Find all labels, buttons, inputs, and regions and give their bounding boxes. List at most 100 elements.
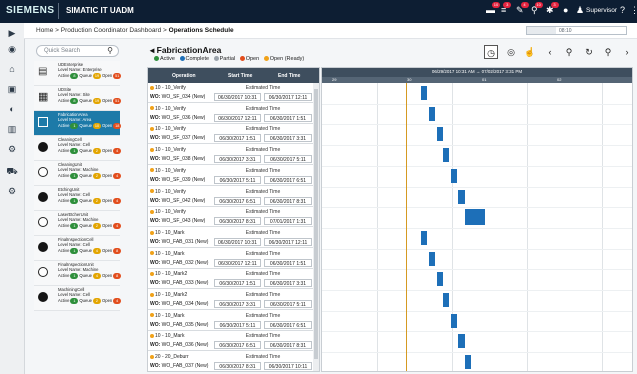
- start-time-cell[interactable]: 06/30/2017 6:51: [214, 341, 261, 350]
- tree-node[interactable]: EtchingUnit Level Name: Cell Active 1 Queue 2…: [34, 186, 122, 211]
- gantt-bar[interactable]: [464, 209, 485, 226]
- end-time-cell[interactable]: 06/30/2017 12:11: [264, 93, 312, 101]
- end-time-cell[interactable]: 06/30/2017 6:51: [264, 175, 312, 184]
- start-time-cell[interactable]: 06/30/2017 12:11: [214, 258, 261, 267]
- settings-icon[interactable]: ✱ 3: [546, 2, 559, 16]
- search-icon[interactable]: ⚲ 10: [531, 2, 543, 16]
- start-time-cell[interactable]: 06/30/2017 8:31: [214, 362, 261, 371]
- operation-row[interactable]: 10 - 10_Verify Estimated Time WO: WO_SF_03…: [148, 165, 313, 186]
- tree-node[interactable]: FinalInspectionCell Level Name: Cell Activ…: [34, 236, 122, 261]
- zoom-in-icon[interactable]: ⚲: [601, 45, 615, 59]
- chart-icon[interactable]: ▥: [6, 123, 18, 135]
- start-time-cell[interactable]: 06/30/2017 12:11: [214, 113, 261, 122]
- start-time-cell[interactable]: 06/30/2017 3:31: [214, 155, 261, 164]
- end-time-cell[interactable]: 06/30/2017 10:11: [264, 362, 312, 371]
- operation-row[interactable]: 10 - 10_Verify Estimated Time WO: WO_SF_03…: [148, 103, 313, 124]
- tree-node[interactable]: ▦ UDSite Level Name: Site Active 8 Queue 19 Ope…: [34, 86, 122, 111]
- search-icon[interactable]: ⚲: [107, 46, 113, 55]
- operation-row[interactable]: 10 - 10_Mark Estimated Time WO: WO_FAB_035…: [148, 310, 313, 331]
- gears-icon[interactable]: ⚙: [6, 143, 18, 155]
- operation-row[interactable]: 10 - 10_Verify Estimated Time WO: WO_SF_04…: [148, 186, 313, 207]
- gantt-bar[interactable]: [428, 251, 436, 266]
- tree-node[interactable]: LaserEtcherUnit Level Name: Machine Active…: [34, 211, 122, 236]
- tree-node[interactable]: FinalInspectionUnit Level Name: Machine Ac…: [34, 261, 122, 286]
- operation-row[interactable]: 10 - 10_Verify Estimated Time WO: WO_SF_03…: [148, 145, 313, 166]
- gantt-bar[interactable]: [450, 168, 457, 183]
- gantt-bar[interactable]: [436, 127, 443, 142]
- tree-node[interactable]: ▤ UDEnterprise Level Name: Enterprise Activ…: [34, 61, 122, 86]
- gantt-bar[interactable]: [442, 148, 450, 163]
- expand-icon[interactable]: ▶: [6, 27, 18, 39]
- clock-icon[interactable]: ◷: [484, 45, 498, 59]
- start-time-cell[interactable]: 06/30/2017 1:51: [214, 134, 261, 143]
- config-icon[interactable]: ⚙: [6, 185, 18, 197]
- start-time-cell[interactable]: 06/30/2017 1:51: [214, 279, 261, 288]
- start-time-cell[interactable]: 06/30/2017 10:31: [214, 93, 261, 101]
- operation-row[interactable]: 10 - 10_Mark2 Estimated Time WO: WO_FAB_03…: [148, 269, 313, 290]
- truck-icon[interactable]: ⛟: [6, 165, 18, 177]
- end-time-cell[interactable]: 06/30/2017 1:51: [264, 113, 312, 122]
- previous-icon[interactable]: ‹: [543, 45, 557, 59]
- end-time-cell[interactable]: 07/01/2017 1:31: [264, 217, 312, 226]
- gantt-bar[interactable]: [436, 272, 443, 287]
- help-icon[interactable]: ?: [620, 5, 625, 15]
- start-time-cell[interactable]: 06/30/2017 5:11: [214, 175, 261, 184]
- operation-row[interactable]: 10 - 10_Verify Estimated Time WO: WO_SF_03…: [148, 124, 313, 145]
- operation-row[interactable]: 10 - 10_Verify Estimated Time WO: WO_SF_04…: [148, 207, 313, 228]
- grid-scroll-thumb[interactable]: [314, 89, 318, 359]
- tree-node[interactable]: MachiningCell Level Name: Cell Active 1 Queu…: [34, 286, 122, 311]
- refresh-icon[interactable]: ↻: [582, 45, 596, 59]
- start-time-cell[interactable]: 06/30/2017 10:31: [214, 237, 261, 246]
- start-time-cell[interactable]: 06/30/2017 6:51: [214, 196, 261, 205]
- gantt-bar[interactable]: [464, 355, 471, 370]
- end-time-cell[interactable]: 06/30/2017 3:31: [264, 279, 312, 288]
- start-time-cell[interactable]: 06/30/2017 5:11: [214, 320, 261, 329]
- gantt-bar[interactable]: [450, 313, 457, 328]
- edit-icon[interactable]: ✎ 4: [516, 2, 529, 16]
- end-time-cell[interactable]: 06/30/2017 8:31: [264, 341, 312, 350]
- operation-row[interactable]: 10 - 10_Verify Estimated Time WO: WO_SF_03…: [148, 83, 313, 103]
- breadcrumb-dashboard[interactable]: Production Coordinator Dashboard: [61, 27, 161, 34]
- pin-icon[interactable]: ●: [563, 5, 568, 15]
- grid-scrollbar[interactable]: [313, 83, 319, 371]
- tree-node[interactable]: FabricationArea Level Name: Area Active 1 Qu…: [34, 111, 122, 136]
- end-time-cell[interactable]: 06/30/2017 8:31: [264, 196, 312, 205]
- end-time-cell[interactable]: 06/30/2017 3:31: [264, 134, 312, 143]
- gantt-bar[interactable]: [421, 86, 428, 100]
- user-icon[interactable]: ♟: [576, 5, 584, 16]
- home-icon[interactable]: ⌂: [6, 63, 18, 75]
- target-view-icon[interactable]: ◎: [504, 45, 518, 59]
- operation-row[interactable]: 10 - 10_Mark Estimated Time WO: WO_FAB_036…: [148, 331, 313, 352]
- gantt-bar[interactable]: [458, 334, 465, 349]
- start-time-cell[interactable]: 06/30/2017 8:31: [214, 217, 261, 226]
- dashboard-icon[interactable]: ◐: [6, 103, 18, 115]
- operation-row[interactable]: 10 - 10_Mark2 Estimated Time WO: WO_FAB_03…: [148, 290, 313, 310]
- col-start-time[interactable]: Start Time: [228, 73, 252, 79]
- list-icon[interactable]: ≡ 3: [501, 2, 512, 15]
- end-time-cell[interactable]: 06/30/2017 6:51: [264, 320, 312, 329]
- operation-row[interactable]: 20 - 20_Deburr Estimated Time WO: WO_FAB_0…: [148, 352, 313, 371]
- target-icon[interactable]: ◉: [6, 43, 18, 55]
- user-name[interactable]: Supervisor: [586, 7, 617, 14]
- zoom-out-icon[interactable]: ⚲: [562, 45, 576, 59]
- tree-node[interactable]: CleaningUnit Level Name: Machine Active 1 Qu…: [34, 161, 122, 186]
- messages-icon[interactable]: ▬ 10: [486, 2, 500, 15]
- gantt-bar[interactable]: [458, 189, 465, 204]
- gantt-bar[interactable]: [421, 230, 428, 245]
- end-time-cell[interactable]: 06/30/2017 12:11: [264, 237, 312, 246]
- end-time-cell[interactable]: 06/30/2017 1:51: [264, 258, 312, 267]
- time-input[interactable]: 08:10: [526, 26, 627, 35]
- breadcrumb-home[interactable]: Home: [36, 27, 53, 34]
- more-icon[interactable]: ⋮: [630, 5, 637, 16]
- gantt-bar[interactable]: [442, 293, 450, 307]
- end-time-cell[interactable]: 06/30/2017 5:11: [264, 300, 312, 308]
- col-operation[interactable]: Operation: [172, 73, 196, 79]
- tree-node[interactable]: CleaningCell Level Name: Cell Active 1 Queue…: [34, 136, 122, 161]
- monitor-icon[interactable]: ▣: [6, 83, 18, 95]
- operation-row[interactable]: 10 - 10_Mark Estimated Time WO: WO_FAB_031…: [148, 227, 313, 248]
- end-time-cell[interactable]: 06/30/2017 5:11: [264, 155, 312, 164]
- operation-row[interactable]: 10 - 10_Mark Estimated Time WO: WO_FAB_032…: [148, 248, 313, 269]
- start-time-cell[interactable]: 06/30/2017 3:31: [214, 300, 261, 308]
- thumb-icon[interactable]: ☝: [523, 45, 537, 59]
- gantt-bar[interactable]: [428, 106, 436, 121]
